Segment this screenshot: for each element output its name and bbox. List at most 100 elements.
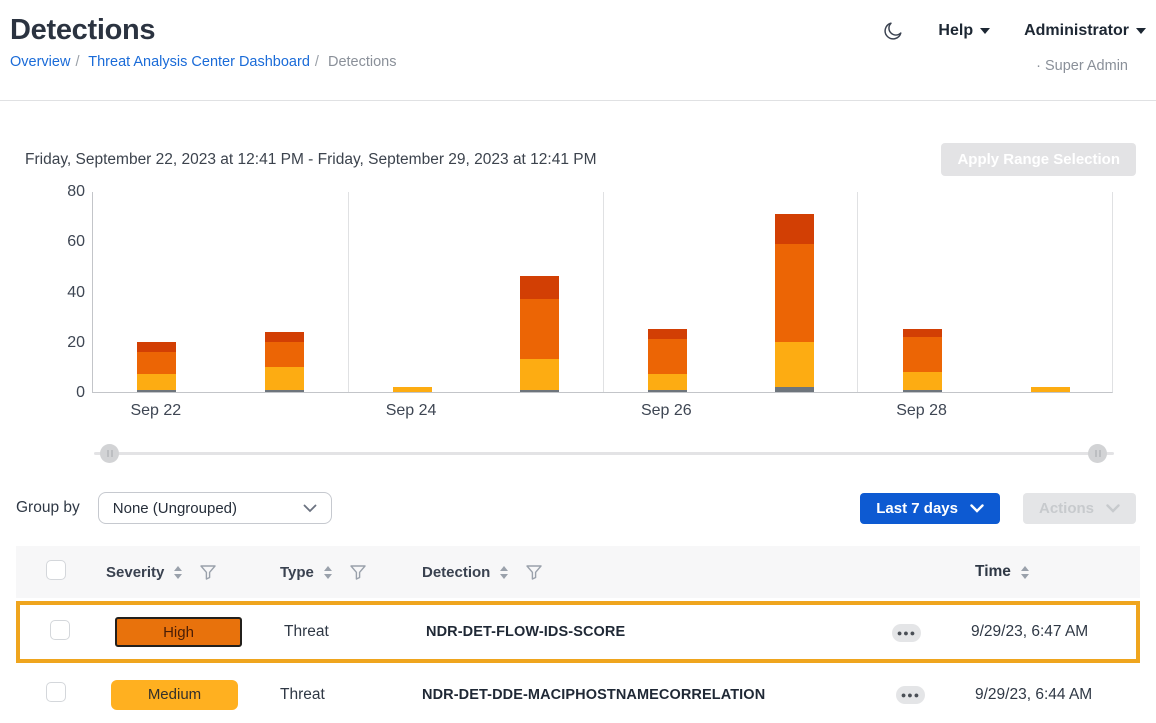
time-cell: 9/29/23, 6:47 AM: [962, 623, 1136, 641]
bar-segment-medium: [265, 367, 304, 390]
row-checkbox[interactable]: [50, 620, 70, 640]
controls-row: Group by None (Ungrouped) Last 7 days Ac…: [16, 492, 1136, 524]
chart-bar-sep-26[interactable]: [648, 329, 687, 392]
bar-segment-medium: [1031, 387, 1070, 392]
severity-badge-medium: Medium: [111, 680, 238, 710]
x-tick-label: Sep 26: [606, 402, 726, 420]
row-actions-ellipsis-button[interactable]: ●●●: [896, 686, 925, 704]
chart-bar-sep-23[interactable]: [265, 332, 304, 392]
detections-table: Severity Type Detection Time High Threat…: [16, 546, 1140, 723]
chart-bar-sep-24[interactable]: [393, 387, 432, 392]
group-by-select[interactable]: None (Ungrouped): [98, 492, 332, 524]
slider-handle-left[interactable]: [100, 444, 119, 463]
chart-gridline: [348, 192, 349, 392]
user-menu-label: Administrator: [1024, 22, 1129, 40]
x-tick-label: Sep 24: [351, 402, 471, 420]
column-header-type[interactable]: Type: [280, 564, 422, 581]
bar-segment-low: [520, 390, 559, 393]
column-header-severity[interactable]: Severity: [106, 564, 280, 581]
bar-segment-high: [648, 339, 687, 374]
filter-icon[interactable]: [200, 565, 216, 580]
severity-badge-high: High: [115, 617, 242, 647]
y-tick-label: 80: [35, 183, 85, 201]
table-header-row: Severity Type Detection Time: [16, 546, 1140, 598]
chevron-down-icon: [970, 504, 984, 513]
slider-track[interactable]: [94, 452, 1114, 455]
page-header: Detections Overview / Threat Analysis Cen…: [0, 0, 1156, 101]
group-by-value: None (Ungrouped): [113, 500, 237, 517]
chevron-down-icon: [303, 504, 317, 513]
y-tick-label: 0: [35, 384, 85, 402]
bar-segment-medium: [775, 342, 814, 387]
filter-icon[interactable]: [350, 565, 366, 580]
bar-segment-critical: [775, 214, 814, 244]
time-range-dropdown-button[interactable]: Last 7 days: [860, 493, 1000, 524]
bar-segment-critical: [648, 329, 687, 339]
date-range-text: Friday, September 22, 2023 at 12:41 PM -…: [25, 151, 597, 169]
bar-segment-critical: [265, 332, 304, 342]
table-row-selected[interactable]: High Threat NDR-DET-FLOW-IDS-SCORE ●●● 9…: [16, 601, 1140, 663]
bar-segment-high: [775, 244, 814, 342]
time-range-label: Last 7 days: [876, 500, 958, 517]
bar-segment-critical: [903, 329, 942, 337]
chart-bar-sep-25[interactable]: [520, 276, 559, 392]
bar-segment-medium: [903, 372, 942, 390]
time-cell: 9/29/23, 6:44 AM: [966, 686, 1140, 704]
row-actions-ellipsis-button[interactable]: ●●●: [892, 624, 921, 642]
bar-segment-high: [903, 337, 942, 372]
slider-handle-right[interactable]: [1088, 444, 1107, 463]
breadcrumb-tac-dashboard[interactable]: Threat Analysis Center Dashboard: [88, 54, 310, 70]
chart-bar-sep-28[interactable]: [903, 329, 942, 392]
help-menu[interactable]: Help: [938, 22, 990, 40]
bar-segment-critical: [137, 342, 176, 352]
type-cell: Threat: [284, 623, 426, 641]
sort-icon[interactable]: [174, 566, 182, 579]
table-row[interactable]: Medium Threat NDR-DET-DDE-MACIPHOSTNAMEC…: [16, 666, 1140, 723]
sort-icon[interactable]: [1021, 566, 1029, 579]
sort-icon[interactable]: [500, 566, 508, 579]
help-menu-label: Help: [938, 22, 973, 40]
bar-segment-low: [903, 390, 942, 393]
y-tick-label: 60: [35, 233, 85, 251]
sort-icon[interactable]: [324, 566, 332, 579]
time-range-slider: [16, 444, 1140, 464]
group-by-label: Group by: [16, 499, 80, 517]
chevron-down-icon: [1136, 28, 1146, 34]
select-all-checkbox[interactable]: [46, 560, 66, 580]
column-header-detection[interactable]: Detection: [422, 564, 896, 581]
actions-dropdown-button[interactable]: Actions: [1023, 493, 1136, 524]
column-header-time[interactable]: Time: [966, 563, 1140, 581]
chart-bar-sep-22[interactable]: [137, 342, 176, 392]
breadcrumb-overview[interactable]: Overview: [10, 54, 70, 70]
bar-segment-low: [137, 390, 176, 393]
detection-cell: NDR-DET-DDE-MACIPHOSTNAMECORRELATION: [422, 687, 896, 703]
apply-range-selection-button[interactable]: Apply Range Selection: [941, 143, 1136, 176]
bar-segment-low: [648, 390, 687, 393]
bar-segment-high: [520, 299, 559, 359]
chevron-down-icon: [980, 28, 990, 34]
breadcrumb: Overview / Threat Analysis Center Dashboa…: [10, 54, 1148, 70]
breadcrumb-separator: /: [315, 54, 319, 70]
user-menu[interactable]: Administrator: [1024, 22, 1146, 40]
y-tick-label: 40: [35, 284, 85, 302]
bar-segment-low: [775, 387, 814, 392]
x-tick-label: Sep 22: [96, 402, 216, 420]
type-cell: Threat: [280, 686, 422, 704]
user-role-label: · Super Admin: [1036, 58, 1128, 74]
filter-icon[interactable]: [526, 565, 542, 580]
actions-label: Actions: [1039, 500, 1094, 517]
x-tick-label: Sep 28: [862, 402, 982, 420]
row-checkbox[interactable]: [46, 682, 66, 702]
bar-segment-medium: [137, 374, 176, 389]
breadcrumb-current: Detections: [328, 54, 397, 70]
chart-gridline: [857, 192, 858, 392]
chart-gridline: [603, 192, 604, 392]
dark-mode-moon-icon[interactable]: [882, 20, 904, 42]
chart-bar-sep-29[interactable]: [1031, 387, 1070, 392]
bar-segment-medium: [648, 374, 687, 389]
chart-plot-area[interactable]: [92, 192, 1113, 393]
date-toolbar: Friday, September 22, 2023 at 12:41 PM -…: [25, 143, 1136, 176]
breadcrumb-separator: /: [75, 54, 79, 70]
chart-bar-sep-27[interactable]: [775, 214, 814, 392]
detections-chart: 020406080 Sep 22Sep 24Sep 26Sep 28: [0, 192, 1156, 432]
